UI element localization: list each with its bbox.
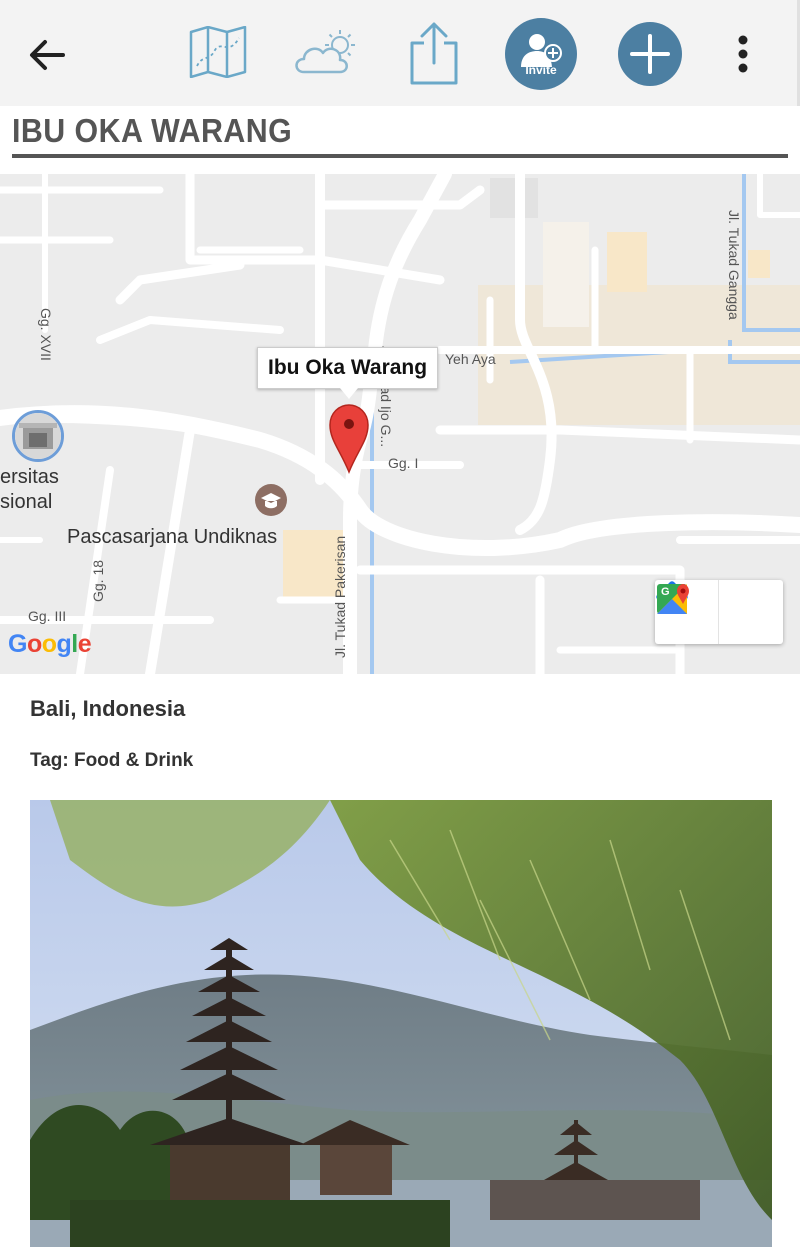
map-label-jl-tukad-gangga: Jl. Tukad Gangga	[726, 210, 742, 320]
svg-text:G: G	[661, 586, 670, 598]
share-button[interactable]	[404, 20, 464, 86]
temple-photo-illustration	[30, 800, 772, 1247]
map-label-gg-iii: Gg. III	[28, 608, 67, 624]
place-photo[interactable]	[30, 800, 772, 1247]
back-button[interactable]	[22, 30, 72, 80]
folded-map-icon	[189, 26, 247, 78]
map-label-gg-18: Gg. 18	[90, 559, 106, 602]
marker-callout[interactable]: Ibu Oka Warang	[257, 347, 439, 389]
add-button[interactable]	[618, 22, 682, 86]
map-action-buttons: G	[655, 580, 783, 644]
map-label-ersitas: ersitas	[0, 466, 59, 488]
top-toolbar: Invite	[0, 0, 800, 106]
invite-button[interactable]: Invite	[505, 18, 577, 90]
map-label-gg-i: Gg. I	[388, 455, 419, 471]
map-label-gg-xvii: Gg. XVII	[38, 308, 54, 361]
invite-label: Invite	[525, 63, 557, 77]
map-label-yeh-aya: Yeh Aya	[445, 351, 496, 367]
google-maps-icon: G	[657, 584, 689, 614]
title-bar: IBU OKA WARANG	[12, 108, 788, 158]
page-title: IBU OKA WARANG	[12, 112, 293, 149]
plus-icon	[630, 34, 670, 74]
tag-text: Tag: Food & Drink	[30, 750, 194, 771]
map-view[interactable]: Yeh Aya Gg. XVII Jl. Tukad Gangga Jl. Tu…	[0, 174, 800, 674]
share-icon	[410, 22, 458, 85]
map-button[interactable]	[188, 24, 248, 80]
weather-button[interactable]	[292, 26, 362, 78]
arrow-left-icon	[30, 40, 65, 70]
vertical-dots-icon	[738, 35, 748, 73]
marker-label: Ibu Oka Warang	[268, 356, 428, 379]
partly-cloudy-icon	[295, 30, 355, 74]
map-label-sional: sional	[0, 491, 53, 513]
open-google-maps-button[interactable]: G	[657, 580, 783, 644]
google-attribution: Google	[8, 630, 92, 658]
university-photo-icon[interactable]	[12, 410, 64, 462]
map-label-jl-tukad-pakerisan: Jl. Tukad Pakerisan	[332, 535, 348, 658]
callout-tail	[340, 388, 358, 399]
map-label-pascasarjana: Pascasarjana Undiknas	[67, 526, 278, 548]
more-options-button[interactable]	[728, 30, 758, 78]
location-text: Bali, Indonesia	[30, 696, 186, 721]
